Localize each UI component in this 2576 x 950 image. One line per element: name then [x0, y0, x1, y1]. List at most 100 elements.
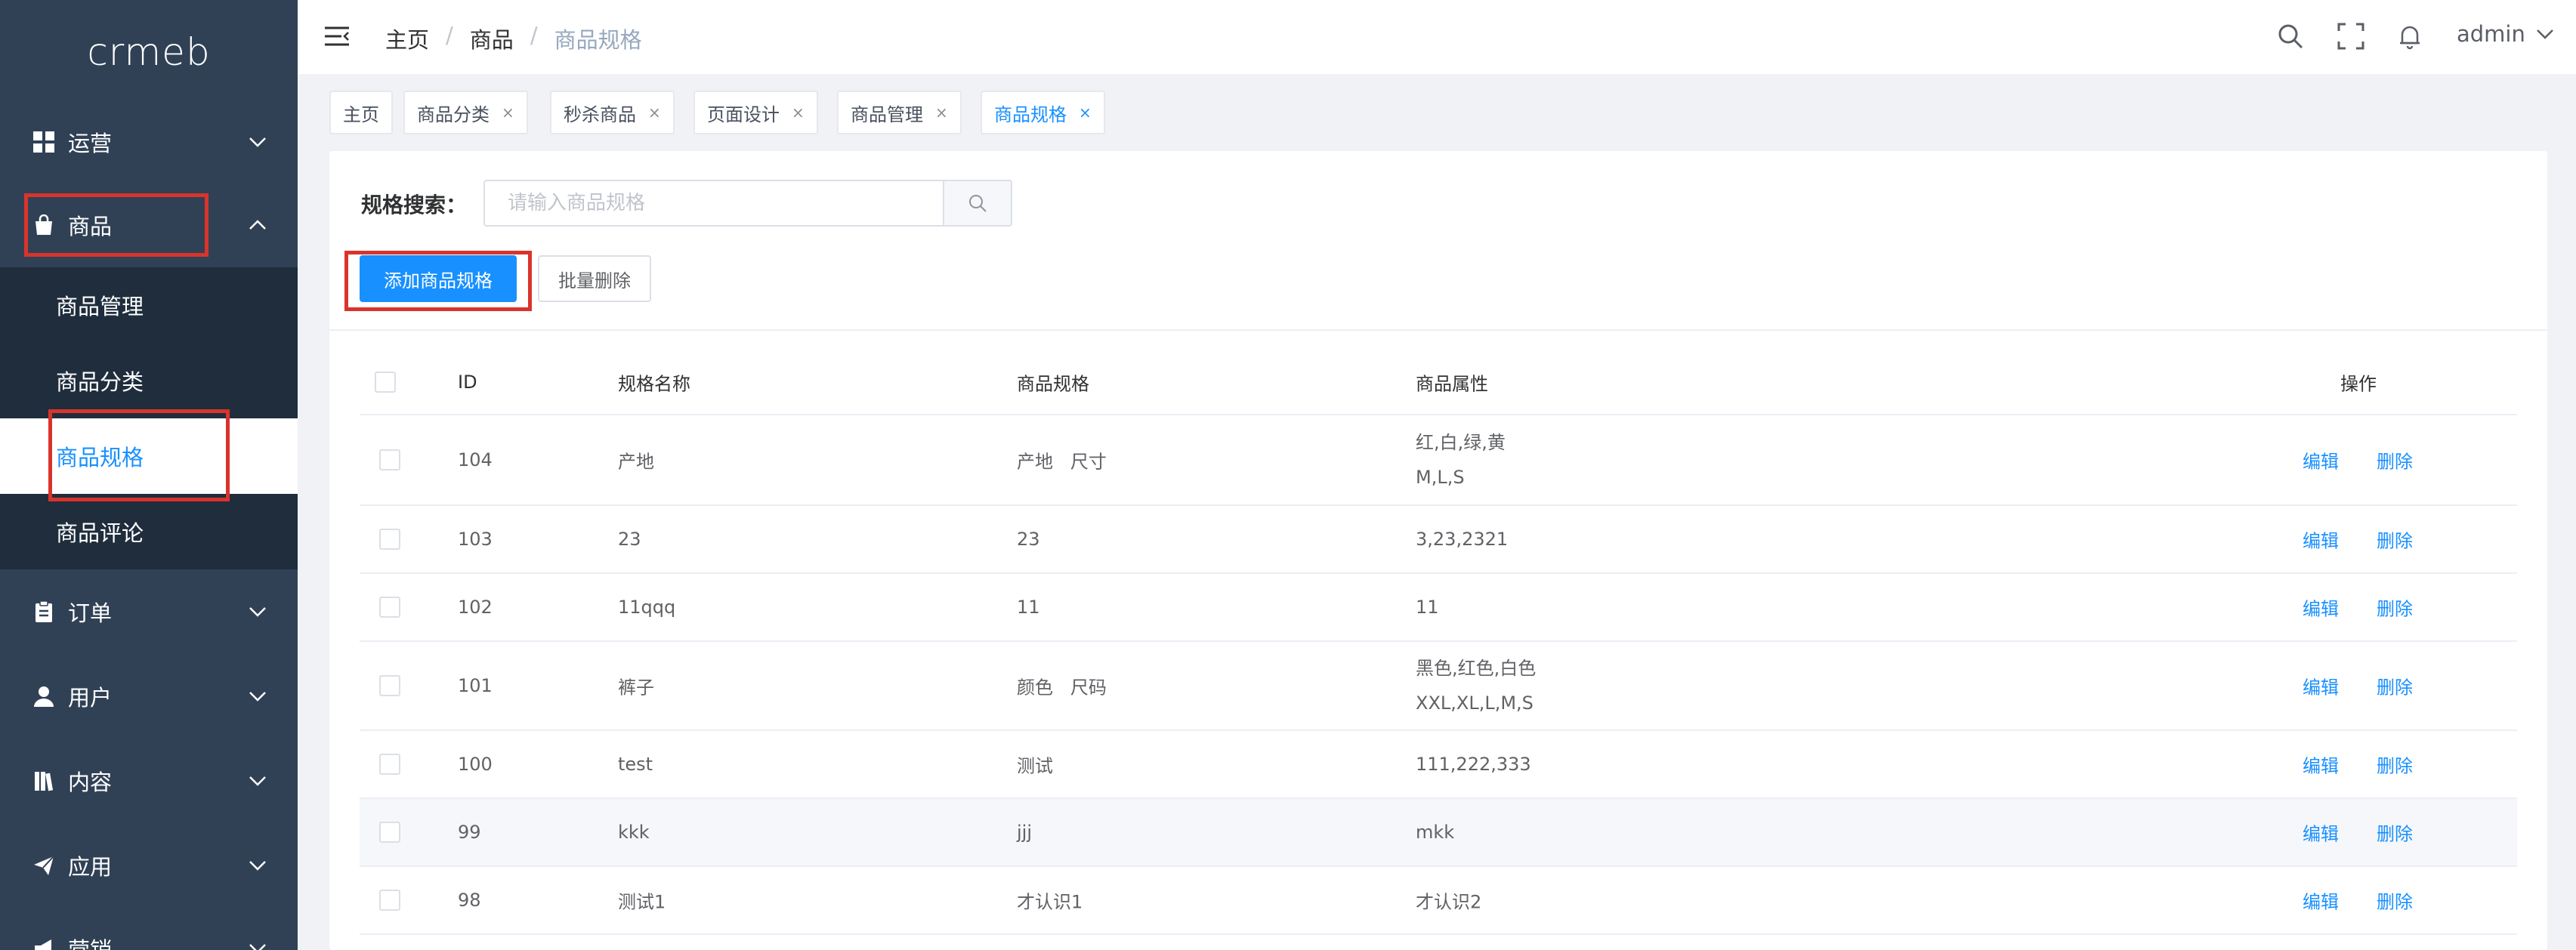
breadcrumb-current: 商品规格: [554, 27, 642, 53]
breadcrumb-home[interactable]: 主页: [385, 23, 429, 54]
menu-users[interactable]: 用户: [0, 659, 298, 734]
search-icon[interactable]: [2277, 23, 2304, 50]
close-icon[interactable]: ×: [502, 103, 514, 122]
cell-name: test: [618, 754, 653, 775]
close-icon[interactable]: ×: [1079, 103, 1092, 122]
spec-search-input[interactable]: [483, 180, 946, 227]
cell-attr: 3,23,2321: [1416, 529, 1509, 550]
tag-product-category[interactable]: 商品分类 ×: [403, 91, 528, 134]
bell-icon[interactable]: [2396, 23, 2423, 50]
fullscreen-icon[interactable]: [2337, 23, 2364, 50]
tag-page-design[interactable]: 页面设计 ×: [693, 91, 818, 134]
tag-product-management[interactable]: 商品管理 ×: [837, 91, 962, 134]
breadcrumb-separator: /: [446, 23, 453, 48]
cell-attr-line: XXL,XL,L,M,S: [1416, 692, 1534, 714]
cell-attr-line: 黑色,红色,白色: [1416, 658, 1537, 679]
delete-link[interactable]: 删除: [2377, 887, 2413, 914]
batch-delete-button[interactable]: 批量删除: [538, 255, 651, 302]
col-attr: 商品属性: [1416, 373, 1488, 395]
cell-spec: 23: [1017, 529, 1040, 550]
breadcrumb-products[interactable]: 商品: [470, 23, 514, 54]
delete-link[interactable]: 删除: [2377, 819, 2413, 846]
cell-name: 23: [618, 529, 641, 550]
highlight-box-products: [24, 193, 208, 257]
row-checkbox[interactable]: [379, 529, 400, 550]
menu-apps[interactable]: 应用: [0, 828, 298, 903]
top-header: 主页 / 商品 / 商品规格 admin: [298, 0, 2576, 74]
chevron-down-icon: [249, 692, 266, 702]
close-icon[interactable]: ×: [935, 103, 948, 122]
book-icon: [35, 772, 54, 791]
menu-users-label: 用户: [68, 685, 113, 711]
row-checkbox[interactable]: [379, 754, 400, 775]
logo[interactable]: crmeb: [0, 0, 298, 104]
row-checkbox[interactable]: [379, 675, 400, 696]
cell-name: 测试1: [618, 891, 666, 913]
tag-product-spec[interactable]: 商品规格 ×: [981, 91, 1105, 134]
search-button[interactable]: [943, 180, 1012, 227]
tag-home[interactable]: 主页: [329, 91, 393, 134]
edit-link[interactable]: 编辑: [2303, 751, 2339, 778]
tag-label: 商品管理: [851, 103, 923, 125]
menu-operations-label: 运营: [68, 131, 113, 156]
select-all-checkbox[interactable]: [375, 372, 396, 393]
edit-link[interactable]: 编辑: [2303, 819, 2339, 846]
chevron-down-icon: [249, 607, 266, 617]
megaphone-icon: [35, 939, 51, 950]
table-row: 98 测试1 才认识1 才认识2 编辑 删除: [360, 867, 2517, 935]
menu-apps-label: 应用: [68, 854, 113, 880]
cell-attr: 才认识2: [1416, 891, 1482, 913]
sidebar-item-label: 商品评论: [56, 520, 144, 546]
tag-label: 商品分类: [417, 103, 490, 125]
cell-id: 98: [458, 890, 481, 911]
col-name: 规格名称: [618, 373, 690, 395]
user-dropdown[interactable]: admin: [2457, 21, 2554, 47]
close-icon[interactable]: ×: [792, 103, 805, 122]
sidebar-item-product-review[interactable]: 商品评论: [0, 494, 298, 569]
cell-name: kkk: [618, 822, 650, 843]
cell-attr-line: M,L,S: [1416, 467, 1465, 488]
content-card: 规格搜索： 添加商品规格 批量删除 ID 规格名称 商品规格 商品属性 操作: [329, 151, 2547, 950]
cell-attr: 黑色,红色,白色 XXL,XL,L,M,S: [1416, 651, 1536, 720]
edit-link[interactable]: 编辑: [2303, 594, 2339, 621]
menu-marketing[interactable]: 营销: [0, 911, 298, 950]
highlight-box-add-button: [344, 251, 532, 311]
row-checkbox[interactable]: [379, 890, 400, 911]
cell-spec: 11: [1017, 597, 1040, 618]
delete-link[interactable]: 删除: [2377, 594, 2413, 621]
close-icon[interactable]: ×: [648, 103, 661, 122]
tag-label: 页面设计: [707, 103, 780, 125]
menu-fold-icon[interactable]: [325, 26, 349, 47]
edit-link[interactable]: 编辑: [2303, 447, 2339, 473]
table-row: 101 裤子 颜色 尺码 黑色,红色,白色 XXL,XL,L,M,S 编辑 删除: [360, 642, 2517, 731]
cell-id: 103: [458, 529, 493, 550]
tag-label: 秒杀商品: [564, 103, 636, 125]
app-root: crmeb 运营 商品 商品管理 商品分类 商品规格 商品评论 订单 用户 内容…: [0, 0, 2576, 950]
delete-link[interactable]: 删除: [2377, 447, 2413, 473]
delete-link[interactable]: 删除: [2377, 526, 2413, 553]
tags-view: 主页 商品分类 × 秒杀商品 × 页面设计 × 商品管理 × 商品规格 ×: [298, 74, 2576, 150]
col-id: ID: [458, 372, 477, 393]
menu-content[interactable]: 内容: [0, 743, 298, 819]
sidebar-item-product-category[interactable]: 商品分类: [0, 343, 298, 418]
delete-link[interactable]: 删除: [2377, 751, 2413, 778]
chevron-down-icon: [249, 137, 266, 147]
col-operation: 操作: [2340, 373, 2377, 395]
username: admin: [2457, 21, 2525, 47]
user-icon: [34, 686, 54, 707]
edit-link[interactable]: 编辑: [2303, 887, 2339, 914]
row-checkbox[interactable]: [379, 597, 400, 618]
row-checkbox[interactable]: [379, 449, 400, 470]
breadcrumb-separator: /: [530, 23, 538, 48]
delete-link[interactable]: 删除: [2377, 673, 2413, 699]
cell-spec: jjj: [1017, 822, 1033, 843]
edit-link[interactable]: 编辑: [2303, 526, 2339, 553]
row-checkbox[interactable]: [379, 822, 400, 843]
menu-operations[interactable]: 运营: [0, 104, 298, 180]
menu-orders[interactable]: 订单: [0, 574, 298, 649]
logo-text: crmeb: [87, 30, 211, 74]
sidebar-item-product-management[interactable]: 商品管理: [0, 267, 298, 343]
col-spec: 商品规格: [1017, 373, 1089, 395]
tag-flash-sale[interactable]: 秒杀商品 ×: [550, 91, 675, 134]
edit-link[interactable]: 编辑: [2303, 673, 2339, 699]
